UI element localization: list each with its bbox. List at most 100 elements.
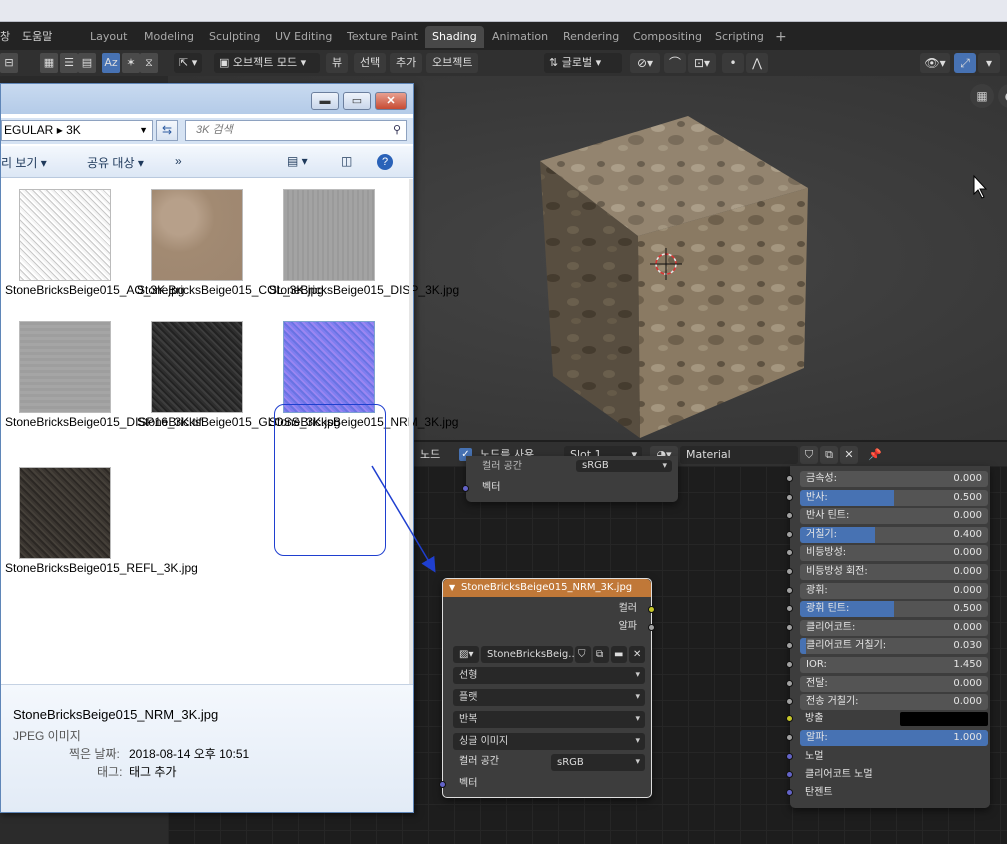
tab-modeling[interactable]: Modeling xyxy=(137,26,201,48)
bsdf-input-socket[interactable] xyxy=(786,642,793,650)
details-tag-value[interactable]: 태그 추가 xyxy=(129,763,177,780)
principled-bsdf-node[interactable]: 금속성: 0.000 반사: 0.500 반사 틴트: 0.000 거칠기: 0.400 비등방… xyxy=(786,466,990,808)
alpha-slider[interactable]: 알파: 1.000 xyxy=(800,730,988,746)
bsdf-input-socket[interactable] xyxy=(786,661,793,668)
bsdf-input-socket[interactable] xyxy=(786,623,793,631)
address-bar[interactable]: EGULAR ▸ 3K ▼ xyxy=(1,120,153,141)
refresh-icon[interactable]: ⇆ xyxy=(156,120,178,141)
partial-upper-node[interactable]: 컬러 공간 sRGB ▾ 벡터 xyxy=(462,456,678,502)
bsdf-input-socket[interactable] xyxy=(786,530,793,538)
thumbnail-disp16[interactable] xyxy=(19,321,111,413)
bsdf-slider[interactable]: IOR: 1.450 xyxy=(800,657,988,673)
emission-socket[interactable] xyxy=(786,715,793,722)
bsdf-input-socket[interactable] xyxy=(786,493,793,501)
bsdf-input-socket[interactable] xyxy=(786,698,793,706)
editor-type-icon[interactable]: ⇱ ▾ xyxy=(174,53,203,73)
file-name-col[interactable]: StoneBricksBeige015_COL_3K.jpg xyxy=(137,283,324,298)
explorer-titlebar[interactable]: ▬ ▭ ✕ xyxy=(1,84,413,114)
bsdf-input-socket[interactable] xyxy=(786,586,793,594)
file-name-refl[interactable]: StoneBricksBeige015_REFL_3K.jpg xyxy=(5,561,198,576)
grid-view-icon[interactable]: ▦ xyxy=(40,53,58,73)
menu-window[interactable]: 창 xyxy=(0,28,10,44)
snap-target-icon[interactable]: ⊡▾ xyxy=(688,53,716,73)
extension-select[interactable]: 반복 ▾ xyxy=(453,711,645,728)
file-name-disp[interactable]: StoneBricksBeige015_DISP_3K.jpg xyxy=(269,283,459,298)
file-grid-scrollbar[interactable] xyxy=(409,179,413,684)
bsdf-input-socket[interactable] xyxy=(786,605,793,613)
path-segment-1[interactable]: EGULAR xyxy=(4,123,53,137)
share-menu[interactable]: 공유 대상 ▾ xyxy=(87,154,144,171)
list-view-icon[interactable]: ☰ xyxy=(60,53,78,73)
thumbnail-view-icon[interactable]: ▤ xyxy=(78,53,96,73)
proportional-edit-icon[interactable]: • xyxy=(722,53,744,73)
bsdf-input-socket[interactable] xyxy=(786,475,793,482)
thumbnail-refl[interactable] xyxy=(19,467,111,559)
bsdf-slider[interactable]: 전송 거칠기: 0.000 xyxy=(800,694,988,711)
emission-color-swatch[interactable] xyxy=(900,712,988,726)
output-color-socket[interactable] xyxy=(648,606,655,613)
bsdf-input-socket[interactable] xyxy=(786,568,793,575)
vector-input-socket[interactable] xyxy=(439,781,446,788)
image-open-icon[interactable]: ▬ xyxy=(611,646,627,663)
thumbnail-disp[interactable] xyxy=(283,189,375,281)
fake-user-icon[interactable]: ⛉ xyxy=(800,446,818,464)
bsdf-slider[interactable]: 비등방성: 0.000 xyxy=(800,545,988,562)
tab-sculpting[interactable]: Sculpting xyxy=(202,26,267,48)
tab-compositing[interactable]: Compositing xyxy=(626,26,709,48)
transform-orientation-select[interactable]: ⇅ 글로벌 ▾ xyxy=(544,53,622,73)
bsdf-slider[interactable]: 반사 틴트: 0.000 xyxy=(800,508,988,525)
bsdf-slider[interactable]: 반사: 0.500 xyxy=(800,489,988,506)
file-name-disp16[interactable]: StoneBricksBeige015_DISP16_3K.tif xyxy=(5,415,202,430)
tab-layout[interactable]: Layout xyxy=(83,26,134,48)
snap-icon[interactable]: ⌒ xyxy=(664,53,686,73)
tab-scripting[interactable]: Scripting xyxy=(708,26,771,48)
tab-uv-editing[interactable]: UV Editing xyxy=(268,26,339,48)
gizmo-toggle-icon[interactable]: ⤢ xyxy=(954,53,976,73)
more-toolbar-button[interactable]: » xyxy=(175,154,182,168)
filter-icon[interactable]: ⧖ xyxy=(140,53,158,73)
gizmo-dropdown-icon[interactable]: ▾ xyxy=(978,53,1000,73)
bsdf-input-socket[interactable] xyxy=(786,512,793,520)
lock-icon[interactable]: ⊟ xyxy=(0,53,18,73)
menu-select[interactable]: 선택 xyxy=(354,53,387,73)
bsdf-slider[interactable]: 클리어코트: 0.000 xyxy=(800,619,988,636)
bsdf-slider[interactable]: 광휘 틴트: 0.500 xyxy=(800,601,988,618)
image-unlink-icon[interactable]: ✕ xyxy=(629,646,645,663)
collapse-arrow-icon[interactable]: ▼ xyxy=(449,579,455,597)
color-space-select[interactable]: sRGB ▾ xyxy=(551,754,645,771)
image-node-title[interactable]: ▼ StoneBricksBeige015_NRM_3K.jpg xyxy=(443,579,651,597)
image-texture-node[interactable]: ▼ StoneBricksBeige015_NRM_3K.jpg 컬러 알파 ▨… xyxy=(439,578,655,798)
file-name-ao[interactable]: StoneBricksBeige015_AO_3K.jpg xyxy=(5,283,184,298)
preview-pane-icon[interactable]: ◫ xyxy=(341,154,352,168)
duplicate-material-icon[interactable]: ⧉ xyxy=(820,446,838,464)
thumbnail-gloss[interactable] xyxy=(151,321,243,413)
path-segment-2[interactable]: 3K xyxy=(66,123,81,137)
tab-shading[interactable]: Shading xyxy=(425,26,484,48)
minimize-button[interactable]: ▬ xyxy=(311,92,339,110)
projection-select[interactable]: 플랫 ▾ xyxy=(453,689,645,706)
image-fake-user-icon[interactable]: ⛉ xyxy=(575,646,591,663)
tab-animation[interactable]: Animation xyxy=(485,26,555,48)
file-name-gloss[interactable]: StoneBricksBeige015_GLOSS_3K.jpg xyxy=(137,415,340,430)
clearcoat-normal-socket[interactable] xyxy=(786,771,793,778)
bsdf-slider[interactable]: 금속성: 0.000 xyxy=(800,471,988,487)
bsdf-slider[interactable]: 거칠기: 0.400 xyxy=(800,526,988,543)
image-duplicate-icon[interactable]: ⧉ xyxy=(593,646,609,663)
tangent-socket[interactable] xyxy=(786,789,793,796)
unlink-material-icon[interactable]: ✕ xyxy=(840,446,858,464)
change-view-icon[interactable]: ▤ ▾ xyxy=(287,154,308,168)
tab-rendering[interactable]: Rendering xyxy=(556,26,626,48)
sort-alpha-icon[interactable]: Az xyxy=(102,53,120,73)
image-name-field[interactable]: StoneBricksBeig... xyxy=(481,646,578,663)
thumbnail-col[interactable] xyxy=(151,189,243,281)
close-button[interactable]: ✕ xyxy=(375,92,407,110)
maximize-button[interactable]: ▭ xyxy=(343,92,371,110)
file-grid[interactable]: StoneBricksBeige015_AO_3K.jpg StoneBrick… xyxy=(1,179,459,684)
thumbnail-ao[interactable] xyxy=(19,189,111,281)
file-explorer-window[interactable]: ▬ ▭ ✕ EGULAR ▸ 3K ▼ ⇆ 3K 검색 ⚲ 리 보기 ▾ 공유 … xyxy=(0,83,459,813)
menu-view[interactable]: 뷰 xyxy=(326,53,349,73)
help-icon[interactable]: ? xyxy=(377,154,393,170)
address-dropdown-icon[interactable]: ▼ xyxy=(139,121,148,140)
image-browse-icon[interactable]: ▨▾ xyxy=(453,646,479,663)
visibility-icon[interactable]: 👁▾ xyxy=(920,53,950,73)
